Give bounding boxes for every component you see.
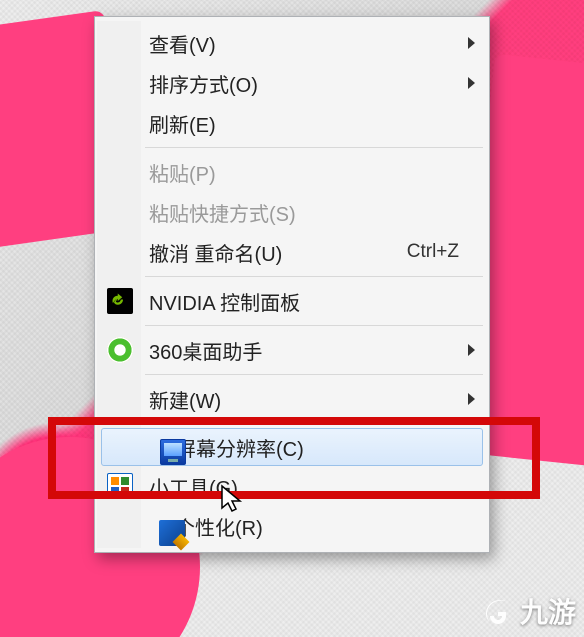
menu-item-label: 撤消 重命名(U) [149,238,383,267]
menu-item-label: 个性化(R) [175,512,459,541]
menu-item-label: 查看(V) [149,29,459,58]
monitor-icon [160,439,186,465]
menu-item-paste-shortcut: 粘贴快捷方式(S) [97,192,487,232]
watermark: 九游 [480,591,576,631]
watermark-text: 九游 [520,591,576,631]
chevron-right-icon [468,344,475,356]
menu-item-view[interactable]: 查看(V) [97,23,487,63]
menu-item-undo-rename[interactable]: 撤消 重命名(U) Ctrl+Z [97,232,487,272]
menu-item-refresh[interactable]: 刷新(E) [97,103,487,143]
gadget-icon [107,473,133,499]
menu-item-nvidia[interactable]: NVIDIA 控制面板 [97,281,487,321]
menu-item-new[interactable]: 新建(W) [97,379,487,419]
menu-item-label: 刷新(E) [149,109,459,138]
menu-item-label: 360桌面助手 [149,336,459,365]
personalize-icon [159,520,185,546]
menu-item-sort[interactable]: 排序方式(O) [97,63,487,103]
menu-item-screen-resolution[interactable]: 屏幕分辨率(C) [101,428,483,466]
menu-separator [145,374,483,375]
menu-item-360[interactable]: 360桌面助手 [97,330,487,370]
menu-item-label: 排序方式(O) [149,69,459,98]
menu-item-paste: 粘贴(P) [97,152,487,192]
chevron-right-icon [468,37,475,49]
nvidia-icon [107,288,133,314]
chevron-right-icon [468,393,475,405]
watermark-logo-icon [480,594,514,628]
menu-item-personalize[interactable]: 个性化(R) [97,506,487,546]
menu-item-label: 粘贴(P) [149,158,459,187]
menu-separator [145,325,483,326]
360-icon [107,337,133,363]
menu-item-gadgets[interactable]: 小工具(G) [97,466,487,506]
chevron-right-icon [468,77,475,89]
menu-item-label: 新建(W) [149,385,459,414]
menu-item-label: NVIDIA 控制面板 [149,287,459,316]
context-menu: 查看(V) 排序方式(O) 刷新(E) 粘贴(P) 粘贴快捷方式(S) 撤消 重… [94,16,490,553]
menu-item-shortcut: Ctrl+Z [407,241,459,263]
menu-item-label: 小工具(G) [149,472,459,501]
menu-separator [145,147,483,148]
menu-separator [145,276,483,277]
menu-separator [145,423,483,424]
menu-item-label: 粘贴快捷方式(S) [149,198,459,227]
menu-item-label: 屏幕分辨率(C) [176,433,454,462]
